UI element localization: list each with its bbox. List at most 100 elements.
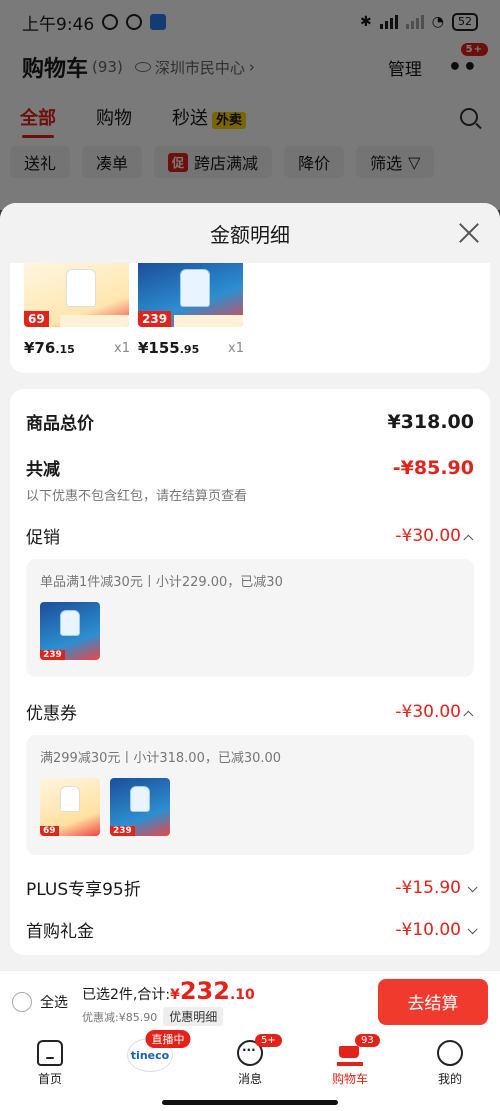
filter-icon: ▽ xyxy=(408,152,421,172)
discount-row: 共减 -¥85.90 xyxy=(26,455,474,481)
home-indicator xyxy=(162,1100,338,1105)
sheet-title: 金额明细 xyxy=(210,222,290,247)
bottle-icon xyxy=(60,786,80,812)
chip-gift[interactable]: 送礼 xyxy=(10,146,71,178)
product-qty: x1 xyxy=(114,341,130,356)
bottle-icon xyxy=(60,610,80,636)
thumb-tag: 239 xyxy=(40,650,65,660)
discount-note: 以下优惠不包含红包，请在结算页查看 xyxy=(26,489,248,504)
first-purchase-row[interactable]: 首购礼金 -¥10.00 xyxy=(26,917,478,942)
plus-row[interactable]: PLUS专享95折 -¥15.90 xyxy=(26,875,478,900)
total-dec: .10 xyxy=(229,987,255,1003)
product-item[interactable]: 69 xyxy=(24,263,129,327)
coupon-detail-box: 满299减30元丨小计318.00，已减30.00 69 239 xyxy=(26,735,474,855)
product-image: 239 xyxy=(138,263,243,327)
location-selector[interactable]: 深圳市民中心 › xyxy=(134,57,255,78)
messages-badge: 5+ xyxy=(255,1034,282,1047)
product-qty: x1 xyxy=(228,341,244,356)
coupon-value: -¥30.00 xyxy=(395,702,474,722)
tab-all[interactable]: 全部 xyxy=(20,104,56,138)
checkout-bar: 全选 已选2件,合计: ¥ 232 .10 优惠减:¥85.90 优惠明细 去结… xyxy=(0,970,500,1032)
select-all-radio[interactable] xyxy=(12,991,32,1012)
alarm-icon xyxy=(126,14,143,30)
promo-strip xyxy=(174,315,243,327)
bottle-icon xyxy=(66,269,96,307)
promo-detail-box: 单品满1件减30元丨小计229.00，已减30 239 xyxy=(26,559,474,677)
total-int: 232 xyxy=(179,977,230,1005)
profile-icon xyxy=(437,1040,463,1066)
discount-text: 优惠减:¥85.90 xyxy=(82,1010,158,1024)
close-icon[interactable] xyxy=(458,222,480,244)
promo-strip xyxy=(60,315,129,327)
amount-detail-sheet: 金额明细 69 ¥76.15 x1 239 ¥155.95 x1 商品总价 ¥3… xyxy=(0,203,500,970)
coupon-product-thumb[interactable]: 69 xyxy=(40,778,100,836)
tabbar-cart-label: 购物车 xyxy=(331,1072,368,1086)
tabbar-me[interactable]: 我的 xyxy=(400,1032,500,1111)
status-time: 上午9:46 xyxy=(22,14,95,35)
checkout-button[interactable]: 去结算 xyxy=(378,978,488,1025)
chip-filter[interactable]: 筛选 ▽ xyxy=(356,146,435,178)
tabbar-home[interactable]: 首页 xyxy=(0,1032,100,1111)
tab-shopping[interactable]: 购物 xyxy=(96,104,132,130)
product-price: ¥76.15 xyxy=(24,339,75,357)
thumb-tag: 239 xyxy=(110,826,135,836)
promo-value: -¥30.00 xyxy=(395,526,474,546)
cart-tabs: 全部 购物 秒送 外卖 xyxy=(20,104,247,138)
tabbar-messages-label: 消息 xyxy=(237,1072,262,1086)
discount-detail-link[interactable]: 优惠明细 xyxy=(163,1007,224,1026)
chip-cross-store-label: 跨店满减 xyxy=(194,154,259,173)
home-icon xyxy=(37,1040,63,1066)
price-breakdown-card: 商品总价 ¥318.00 共减 -¥85.90 以下优惠不包含红包，请在结算页查… xyxy=(10,389,490,955)
chip-cross-store[interactable]: 促 跨店满减 xyxy=(154,146,273,178)
total-label: 商品总价 xyxy=(26,414,94,434)
chevron-down-icon xyxy=(467,881,478,892)
coupon-label: 优惠券 xyxy=(26,704,77,724)
location-label: 深圳市民中心 xyxy=(154,58,245,77)
sheet-header: 金额明细 xyxy=(0,203,500,263)
tabbar-home-label: 首页 xyxy=(37,1072,62,1086)
promo-desc: 单品满1件减30元丨小计229.00，已减30 xyxy=(40,575,283,590)
total-value: ¥318.00 xyxy=(387,410,474,433)
eye-icon xyxy=(134,62,151,72)
product-item[interactable]: 239 xyxy=(138,263,243,327)
product-price: ¥155.95 xyxy=(138,339,200,357)
chip-filter-label: 筛选 xyxy=(370,154,403,173)
coupon-desc: 满299减30元丨小计318.00，已减30.00 xyxy=(40,751,282,766)
select-all-label[interactable]: 全选 xyxy=(40,992,68,1012)
cart-header: 购物车 (93) 深圳市民中心 › 管理 •• 5+ xyxy=(22,42,488,84)
coupon-row[interactable]: 优惠券 -¥30.00 xyxy=(26,699,474,724)
takeaway-badge: 外卖 xyxy=(212,112,247,129)
chevron-up-icon xyxy=(463,710,474,721)
order-summary: 已选2件,合计: ¥ 232 .10 优惠减:¥85.90 优惠明细 xyxy=(82,977,255,1026)
promo-thumbs: 239 xyxy=(40,602,460,660)
cart-badge: 93 xyxy=(355,1034,380,1047)
product-tag: 239 xyxy=(138,311,172,327)
manage-button[interactable]: 管理 xyxy=(388,55,422,80)
thumb-tag: 69 xyxy=(40,826,59,836)
chevron-right-icon: › xyxy=(248,58,255,76)
tab-instant[interactable]: 秒送 外卖 xyxy=(172,104,247,130)
live-badge: 直播中 xyxy=(145,1030,191,1048)
status-bar: 上午9:46 ✱ ◔ 52 xyxy=(0,0,500,44)
cart-page-background: 上午9:46 ✱ ◔ 52 购物车 (93) 深圳市民中心 › 管理 •• 5+… xyxy=(0,0,500,210)
coupon-thumbs: 69 239 xyxy=(40,778,460,836)
more-badge: 5+ xyxy=(460,42,488,56)
total-symbol: ¥ xyxy=(170,987,180,1003)
chip-bundle[interactable]: 凑单 xyxy=(82,146,143,178)
total-line: 已选2件,合计: ¥ 232 .10 xyxy=(82,977,255,1005)
discount-value: -¥85.90 xyxy=(392,456,474,479)
chevron-down-icon xyxy=(467,923,478,934)
more-icon[interactable]: •• 5+ xyxy=(448,42,488,80)
plus-value: -¥15.90 xyxy=(395,878,478,898)
signal-icon xyxy=(379,15,398,29)
promo-row[interactable]: 促销 -¥30.00 xyxy=(26,523,474,548)
promo-product-thumb[interactable]: 239 xyxy=(40,602,100,660)
tab-instant-label: 秒送 xyxy=(172,108,208,129)
promo-tag: 促 xyxy=(168,152,189,172)
chip-price-drop[interactable]: 降价 xyxy=(284,146,345,178)
signal-2-icon xyxy=(405,15,424,29)
filter-chips: 送礼 凑单 促 跨店满减 降价 筛选 ▽ xyxy=(10,146,435,178)
search-icon[interactable] xyxy=(460,108,478,126)
coupon-product-thumb[interactable]: 239 xyxy=(110,778,170,836)
plus-label: PLUS专享95折 xyxy=(26,880,141,900)
